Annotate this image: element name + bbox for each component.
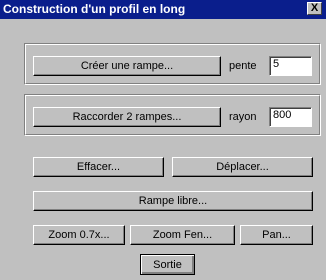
rampe-libre-button[interactable]: Rampe libre... [33, 191, 313, 211]
deplacer-button[interactable]: Déplacer... [172, 157, 313, 177]
rayon-label: rayon [229, 111, 257, 123]
close-button[interactable]: X [307, 2, 322, 15]
dialog-window: Construction d'un profil en long X Créer… [0, 0, 326, 280]
zoom-07-button[interactable]: Zoom 0.7x... [33, 225, 125, 245]
window-title: Construction d'un profil en long [3, 2, 186, 16]
create-ramp-button[interactable]: Créer une rampe... [33, 56, 221, 76]
zoom-fen-button[interactable]: Zoom Fen... [130, 225, 235, 245]
title-bar[interactable]: Construction d'un profil en long X [0, 0, 326, 19]
pan-button[interactable]: Pan... [240, 225, 313, 245]
effacer-button[interactable]: Effacer... [33, 157, 164, 177]
pente-field[interactable]: 5 [269, 56, 312, 76]
rayon-field[interactable]: 800 [269, 107, 312, 127]
connect-ramps-button[interactable]: Raccorder 2 rampes... [33, 107, 221, 127]
pente-label: pente [229, 60, 257, 72]
sortie-button[interactable]: Sortie [140, 254, 195, 275]
